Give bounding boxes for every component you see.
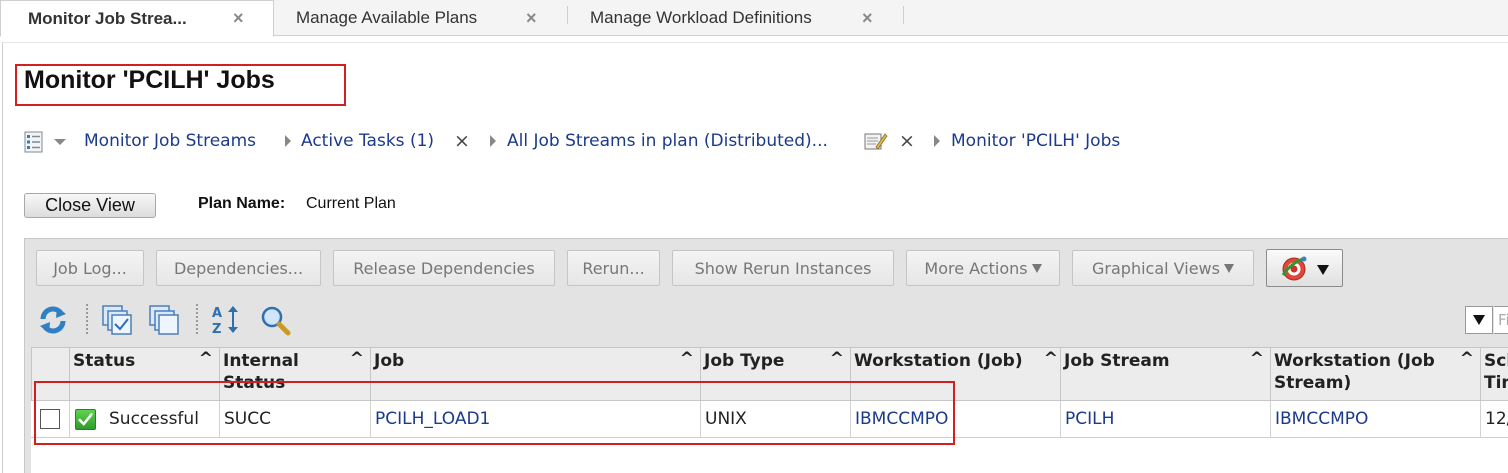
tab-manage-workload-definitions[interactable]: Manage Workload Definitions × [568, 0, 903, 36]
sort-ascending-icon[interactable]: ^ [1460, 348, 1474, 370]
more-actions-dropdown[interactable]: More Actions [906, 250, 1060, 286]
sort-ascending-icon[interactable]: ^ [350, 348, 364, 370]
tab-bar: Monitor Job Strea... × Manage Available … [0, 0, 1508, 37]
breadcrumb-all-job-streams[interactable]: All Job Streams in plan (Distributed)... [507, 128, 828, 154]
select-all-icon[interactable] [101, 304, 133, 336]
show-rerun-instances-label: Show Rerun Instances [694, 258, 872, 278]
tab-label: Monitor Job Strea... [28, 8, 187, 28]
chevron-down-icon [1473, 315, 1485, 325]
release-dependencies-label: Release Dependencies [353, 258, 535, 278]
graphical-views-label: Graphical Views [1092, 258, 1220, 278]
toolbar-divider [196, 304, 198, 334]
breadcrumb-active-tasks[interactable]: Active Tasks (1) [301, 128, 434, 154]
filter-dropdown-button[interactable] [1465, 306, 1493, 334]
column-header-label: Job [374, 351, 405, 371]
release-dependencies-button[interactable]: Release Dependencies [333, 250, 555, 286]
deselect-all-icon[interactable] [148, 304, 180, 336]
toolbar-divider [86, 304, 88, 334]
rerun-label: Rerun... [582, 258, 645, 278]
column-header-label: Tim [1484, 373, 1508, 393]
rerun-button[interactable]: Rerun... [567, 250, 660, 286]
chevron-right-icon [285, 135, 291, 147]
chevron-down-icon [1223, 263, 1234, 273]
task-list-icon[interactable] [24, 131, 44, 153]
sort-ascending-icon[interactable]: ^ [1250, 348, 1264, 370]
close-icon[interactable]: × [526, 8, 537, 29]
dependencies-button[interactable]: Dependencies... [156, 250, 321, 286]
sort-ascending-icon[interactable]: ^ [199, 348, 213, 370]
breadcrumb: Monitor Job Streams Active Tasks (1) × A… [24, 128, 1224, 154]
column-header-label: Workstation (Job [1274, 351, 1435, 371]
more-actions-label: More Actions [924, 258, 1028, 278]
column-header-label: Sch [1484, 351, 1508, 371]
sort-az-icon[interactable]: A Z [210, 304, 242, 336]
chevron-right-icon [934, 135, 940, 147]
breadcrumb-monitor-pcilh-jobs[interactable]: Monitor 'PCILH' Jobs [951, 128, 1120, 154]
svg-text:Z: Z [212, 322, 221, 336]
chevron-right-icon [490, 135, 496, 147]
find-icon[interactable] [259, 304, 291, 336]
close-view-button[interactable]: Close View [24, 193, 156, 218]
job-log-label: Job Log... [53, 258, 127, 278]
column-header-label: Internal [223, 351, 299, 371]
show-rerun-instances-button[interactable]: Show Rerun Instances [672, 250, 894, 286]
plan-name-value: Current Plan [306, 195, 396, 212]
row-highlight [34, 381, 955, 445]
chevron-down-icon [1317, 265, 1329, 275]
graphical-views-dropdown[interactable]: Graphical Views [1072, 250, 1254, 286]
chevron-down-icon[interactable] [54, 139, 66, 145]
filter-input[interactable]: Fi [1494, 306, 1508, 334]
sort-ascending-icon[interactable]: ^ [1044, 348, 1058, 370]
tab-label: Manage Available Plans [296, 8, 478, 27]
workstation-job-stream-link[interactable]: IBMCCMPO [1270, 401, 1480, 438]
scheduled-time-cell: 12/ [1480, 401, 1508, 438]
dependencies-label: Dependencies... [173, 258, 304, 278]
breadcrumb-monitor-job-streams[interactable]: Monitor Job Streams [84, 128, 256, 154]
column-header-label: Workstation (Job) [854, 351, 1023, 371]
close-icon[interactable]: × [454, 128, 470, 154]
close-icon[interactable]: × [862, 8, 873, 29]
close-icon[interactable]: × [233, 8, 244, 29]
target-report-icon [1281, 256, 1307, 281]
job-stream-link[interactable]: PCILH [1060, 401, 1270, 438]
column-header-scheduled-time[interactable]: Sch Tim [1480, 348, 1508, 402]
page-title: Monitor 'PCILH' Jobs [24, 66, 275, 94]
edit-query-icon[interactable] [864, 131, 888, 151]
column-header-label: Status [73, 351, 136, 371]
close-icon[interactable]: × [899, 128, 915, 154]
tab-label: Manage Workload Definitions [590, 8, 812, 27]
refresh-icon[interactable] [37, 304, 69, 336]
tab-divider [903, 6, 904, 24]
sort-ascending-icon[interactable]: ^ [680, 348, 694, 370]
column-header-label: Job Stream [1064, 351, 1170, 371]
tab-manage-available-plans[interactable]: Manage Available Plans × [275, 0, 567, 36]
plan-name-label: Plan Name: [198, 195, 286, 212]
sort-ascending-icon[interactable]: ^ [830, 348, 844, 370]
column-header-label: Stream) [1274, 373, 1352, 393]
column-header-workstation-job-stream[interactable]: Workstation (Job Stream) ^ [1270, 348, 1480, 402]
report-dropdown-button[interactable] [1266, 249, 1343, 287]
column-header-label: Job Type [704, 351, 785, 371]
tab-monitor-job-streams[interactable]: Monitor Job Strea... × [0, 0, 274, 37]
column-header-job-stream[interactable]: Job Stream ^ [1060, 348, 1270, 402]
svg-text:A: A [212, 306, 222, 321]
chevron-down-icon [1031, 263, 1042, 273]
job-log-button[interactable]: Job Log... [36, 250, 144, 286]
